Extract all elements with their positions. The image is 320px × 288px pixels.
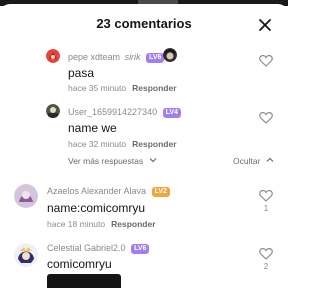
comment-text: comicomryu [47,257,112,271]
show-more-replies-button[interactable]: Ver más respuestas [68,156,157,166]
heart-icon[interactable] [259,111,273,124]
comment-author[interactable]: Celestial Gabriel2.0 LV6 [47,243,150,254]
hide-replies-button[interactable]: Ocultar [233,156,274,166]
reply-button[interactable]: Responder [132,83,176,93]
comment-author[interactable]: User_1659914227340 LV4 [68,107,181,118]
level-badge: LV2 [151,187,170,197]
comment-text: name we [68,121,117,135]
author-name: Celestial Gabriel2.0 [47,243,126,253]
avatar[interactable] [46,104,60,118]
hide-label: Ocultar [233,156,261,166]
comment-author[interactable]: Azaelos Alexander Alava LV2 [47,186,170,197]
comment-time: hace 35 minuto [68,83,127,93]
chevron-down-icon [149,158,156,163]
comment-author[interactable]: pepe xdteam sirik LV6 [68,52,165,63]
level-badge: LV4 [162,108,181,118]
show-more-label: Ver más respuestas [68,156,144,166]
comment-meta: hace 18 minuto Responder [47,219,156,229]
author-extra: sirik [124,52,141,62]
comment-time: hace 32 minuto [68,139,127,149]
comment-meta: hace 32 minuto Responder [68,139,177,149]
author-name: Azaelos Alexander Alava [47,186,147,196]
like-count: 1 [263,204,269,213]
avatar[interactable] [46,49,60,63]
avatar[interactable] [14,243,38,267]
heart-icon[interactable] [259,54,273,67]
close-icon[interactable] [256,16,274,34]
comment-meta: hace 35 minuto Responder [68,83,177,93]
avatar [163,48,177,62]
author-name: User_1659914227340 [68,107,158,117]
heart-icon[interactable] [259,247,273,260]
comment-time: hace 18 minuto [47,219,106,229]
comments-count-title: 23 comentarios [96,16,192,31]
level-badge: LV6 [131,244,150,254]
level-badge: LV6 [146,53,165,63]
author-name: pepe xdteam [68,52,121,62]
avatar[interactable] [14,184,38,208]
comment-text: name:comicomryu [47,201,146,215]
chevron-up-icon [266,157,274,162]
comment-text: pasa [68,66,95,80]
comment-image-attachment[interactable] [47,274,121,288]
like-count: 2 [263,262,269,271]
reply-button[interactable]: Responder [132,139,176,149]
reply-button[interactable]: Responder [111,219,155,229]
heart-icon[interactable] [259,189,273,202]
